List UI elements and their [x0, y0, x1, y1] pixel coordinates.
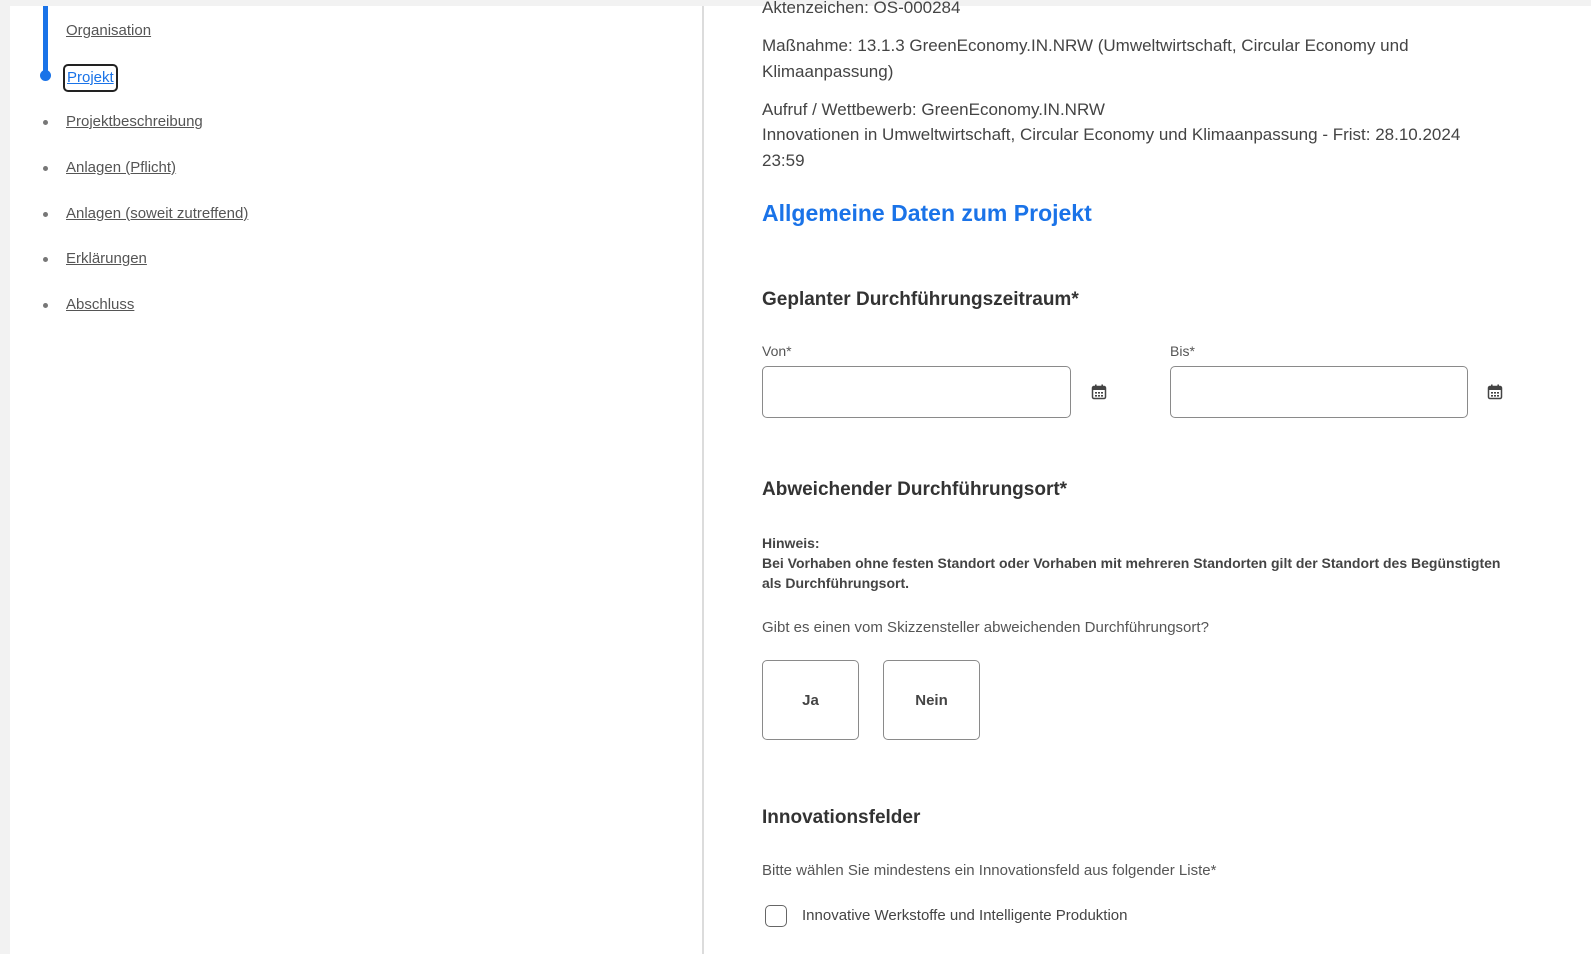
nav-bullet [43, 257, 48, 262]
von-date-input[interactable] [762, 366, 1071, 418]
bis-label: Bis* [1170, 343, 1195, 359]
aufruf-title: Aufruf / Wettbewerb: GreenEconomy.IN.NRW [762, 100, 1105, 119]
innovationsfelder-heading: Innovationsfelder [762, 807, 921, 828]
calendar-icon[interactable] [1487, 384, 1503, 400]
hint-box: Hinweis: Bei Vorhaben ohne festen Stando… [762, 533, 1502, 593]
nav-bullet [43, 303, 48, 308]
hint-title: Hinweis: [762, 535, 820, 551]
calendar-icon[interactable] [1091, 384, 1107, 400]
aufruf-description: Innovationen in Umweltwirtschaft, Circul… [762, 125, 1461, 170]
hint-text: Bei Vorhaben ohne festen Standort oder V… [762, 555, 1501, 591]
nav-item-abschluss[interactable]: Abschluss [66, 296, 134, 313]
nav-item-erklaerungen[interactable]: Erklärungen [66, 250, 147, 267]
innovationsfeld-label[interactable]: Innovative Werkstoffe und Intelligente P… [802, 907, 1127, 924]
ort-heading: Abweichender Durchführungsort* [762, 479, 1068, 500]
nav-bullet [43, 212, 48, 217]
ort-question: Gibt es einen vom Skizzensteller abweich… [762, 619, 1209, 636]
progress-sidebar [10, 6, 702, 954]
innovationsfelder-instruction: Bitte wählen Sie mindestens ein Innovati… [762, 862, 1217, 879]
nav-item-anlagen-pflicht[interactable]: Anlagen (Pflicht) [66, 159, 176, 176]
nav-item-projekt[interactable]: Projekt [63, 64, 118, 92]
stepper-progress-line [43, 6, 48, 76]
nav-bullet [43, 120, 48, 125]
section-title: Allgemeine Daten zum Projekt [762, 200, 1092, 226]
zeitraum-heading: Geplanter Durchführungszeitraum* [762, 289, 1079, 310]
nav-bullet [43, 166, 48, 171]
von-label: Von* [762, 343, 792, 359]
nav-item-anlagen-soweit-zutreffend[interactable]: Anlagen (soweit zutreffend) [66, 205, 248, 222]
nav-item-projektbeschreibung[interactable]: Projektbeschreibung [66, 113, 203, 130]
no-button[interactable]: Nein [883, 660, 980, 740]
massnahme: Maßnahme: 13.1.3 GreenEconomy.IN.NRW (Um… [762, 36, 1409, 81]
bis-date-input[interactable] [1170, 366, 1468, 418]
aktenzeichen: Aktenzeichen: OS-000284 [762, 0, 961, 17]
innovationsfeld-checkbox[interactable] [765, 905, 787, 927]
yes-button[interactable]: Ja [762, 660, 859, 740]
stepper-current-dot [40, 70, 51, 81]
nav-item-organisation[interactable]: Organisation [66, 22, 151, 39]
